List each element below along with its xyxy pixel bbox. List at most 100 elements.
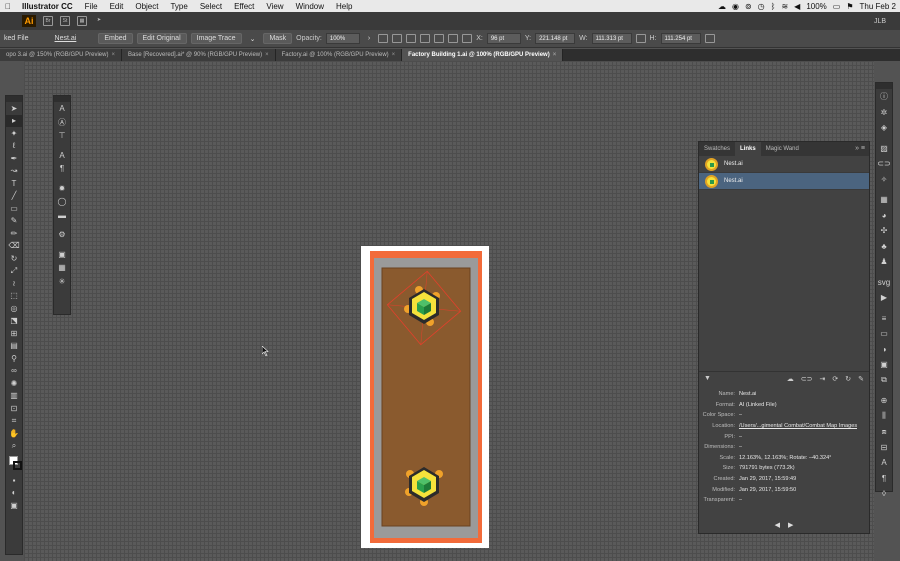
time-machine-icon[interactable]: ◷ xyxy=(758,2,765,11)
menu-file[interactable]: File xyxy=(79,2,104,11)
area-type-tool-icon[interactable]: A xyxy=(54,102,70,116)
burst-icon[interactable]: ✳ xyxy=(54,275,70,289)
svg-icon[interactable]: svg xyxy=(876,275,892,291)
w-input[interactable]: 111.313 pt xyxy=(591,33,632,44)
paragraph-panel-icon[interactable]: ¶ xyxy=(876,471,892,487)
stroke-icon[interactable]: ≡ xyxy=(876,311,892,327)
stroke-swatch[interactable] xyxy=(13,461,22,470)
swatches-icon[interactable]: ▦ xyxy=(876,192,892,208)
cloud-icon[interactable]: ☁ xyxy=(718,2,726,11)
tab-document-1[interactable]: opo 3.ai @ 150% (RGB/GPU Preview) × xyxy=(0,49,122,61)
volume-icon[interactable]: ◀ xyxy=(794,2,800,11)
gears-icon[interactable]: ⚙ xyxy=(54,228,70,242)
stock-icon[interactable]: St xyxy=(60,16,70,26)
play-icon[interactable]: ▶ xyxy=(876,290,892,306)
perspective-grid-tool-icon[interactable]: ⬔ xyxy=(6,315,22,328)
screen-mode-icon[interactable]: ▣ xyxy=(6,499,22,512)
align-middle-icon[interactable] xyxy=(434,34,445,43)
menu-type[interactable]: Type xyxy=(164,2,193,11)
scale-tool-icon[interactable]: ⤢ xyxy=(6,265,22,278)
previous-link-icon[interactable]: ◀ xyxy=(775,522,780,529)
tab-magic-wand[interactable]: Magic Wand xyxy=(761,142,804,156)
arrange-documents-icon[interactable]: ▦ xyxy=(77,16,87,26)
touch-type-tool-icon[interactable]: A xyxy=(54,149,70,163)
camera-icon[interactable]: ▣ xyxy=(54,248,70,262)
mesh-tool-icon[interactable]: ⊞ xyxy=(6,327,22,340)
menu-object[interactable]: Object xyxy=(129,2,164,11)
x-input[interactable]: 96 pt xyxy=(486,33,521,44)
zoom-tool-icon[interactable]: ⌕ xyxy=(6,440,22,453)
battery-percent[interactable]: 100% xyxy=(806,2,826,11)
embed-button[interactable]: Embed xyxy=(98,33,133,44)
pen-tool-icon[interactable]: ✒ xyxy=(6,152,22,165)
symbols-icon[interactable]: ♣ xyxy=(876,239,892,255)
globe-icon[interactable]: ⊕ xyxy=(876,393,892,409)
curvature-tool-icon[interactable]: ↝ xyxy=(6,165,22,178)
refresh-icon[interactable]: ↻ xyxy=(845,375,851,383)
puppet-icon[interactable]: ♟ xyxy=(876,254,892,270)
hand-tool-icon[interactable]: ✋ xyxy=(6,427,22,440)
battery-icon[interactable]: ▭ xyxy=(833,2,841,11)
tab-document-4[interactable]: Factory Building 1.ai @ 100% (RGB/GPU Pr… xyxy=(402,49,564,61)
menu-effect[interactable]: Effect xyxy=(228,2,260,11)
gradient-tool-icon[interactable]: ▤ xyxy=(6,340,22,353)
location-link[interactable]: /Users/...gimental Combat/Combat Map Ima… xyxy=(739,423,857,429)
align-icon[interactable]: ⫼ xyxy=(876,409,892,425)
grid-tool-icon[interactable]: ▦ xyxy=(54,261,70,275)
edit-original-icon[interactable]: ✎ xyxy=(858,375,864,383)
close-icon[interactable]: × xyxy=(265,49,269,61)
artboard[interactable] xyxy=(361,246,489,548)
mask-button[interactable]: Mask xyxy=(263,33,293,44)
navigator-icon[interactable]: ✲ xyxy=(876,105,892,121)
brushes-icon[interactable]: ✣ xyxy=(876,223,892,239)
align-bottom-icon[interactable] xyxy=(448,34,459,43)
menu-view[interactable]: View xyxy=(260,2,289,11)
opacity-input[interactable]: 100% xyxy=(325,33,360,44)
menu-edit[interactable]: Edit xyxy=(104,2,130,11)
slice-tool-icon[interactable]: ⌗ xyxy=(6,415,22,428)
appearance-icon[interactable]: ▣ xyxy=(876,357,892,373)
type-on-path-tool-icon[interactable]: Ⓐ xyxy=(54,116,70,130)
align-left-icon[interactable] xyxy=(378,34,389,43)
menu-select[interactable]: Select xyxy=(194,2,228,11)
relink-icon[interactable]: ⊂⊃ xyxy=(801,375,813,383)
align-top-icon[interactable] xyxy=(420,34,431,43)
transform-panel-icon[interactable]: ⊟ xyxy=(876,440,892,456)
width-tool-icon[interactable]: ≀ xyxy=(6,277,22,290)
wifi-icon[interactable]: ≋ xyxy=(781,2,788,11)
update-link-icon[interactable]: ⟳ xyxy=(832,375,838,383)
clock[interactable]: Thu Feb 2 xyxy=(860,2,896,11)
tab-swatches[interactable]: Swatches xyxy=(699,142,735,156)
tab-document-2[interactable]: Base [Recovered].ai* @ 90% (RGB/GPU Prev… xyxy=(121,49,276,61)
apple-icon[interactable]:  xyxy=(0,2,16,11)
reference-point-icon[interactable] xyxy=(462,34,473,43)
transform-icon[interactable] xyxy=(704,34,715,43)
pathfinder-icon[interactable]: ⧈ xyxy=(876,424,892,440)
direct-selection-tool-icon[interactable]: ▸ xyxy=(6,114,22,127)
color-mode-icon[interactable]: ▪ xyxy=(6,474,22,487)
image-trace-button[interactable]: Image Trace xyxy=(190,33,242,44)
magic-wand-tool-icon[interactable]: ✦ xyxy=(6,127,22,140)
close-icon[interactable]: × xyxy=(392,49,396,61)
image-trace-dropdown[interactable]: ⌄ xyxy=(246,35,260,43)
artwork[interactable] xyxy=(361,246,489,548)
graphic-styles-icon[interactable]: ⧉ xyxy=(876,373,892,389)
linked-file-name[interactable]: Nest.ai xyxy=(51,35,81,42)
shape-builder-tool-icon[interactable]: ◎ xyxy=(6,302,22,315)
list-item[interactable]: Nest.ai xyxy=(699,173,869,190)
circle-tool-icon[interactable]: ◯ xyxy=(54,195,70,209)
align-right-icon[interactable] xyxy=(406,34,417,43)
symbol-sprayer-tool-icon[interactable]: ✺ xyxy=(6,377,22,390)
artboard-tool-icon[interactable]: ⊡ xyxy=(6,402,22,415)
menu-help[interactable]: Help xyxy=(330,2,358,11)
menu-window[interactable]: Window xyxy=(290,2,330,11)
next-link-icon[interactable]: ▶ xyxy=(788,522,793,529)
magic-wand-icon[interactable]: ✧ xyxy=(876,172,892,188)
go-to-link-icon[interactable]: ⇥ xyxy=(820,375,826,383)
battery-tool-icon[interactable]: ▬ xyxy=(54,209,70,223)
opentype-icon[interactable]: ◊ xyxy=(876,486,892,502)
close-icon[interactable]: × xyxy=(111,49,115,61)
selection-tool-icon[interactable]: ➤ xyxy=(6,102,22,115)
lasso-tool-icon[interactable]: ℓ xyxy=(6,140,22,153)
paragraph-icon[interactable]: ¶ xyxy=(54,162,70,176)
